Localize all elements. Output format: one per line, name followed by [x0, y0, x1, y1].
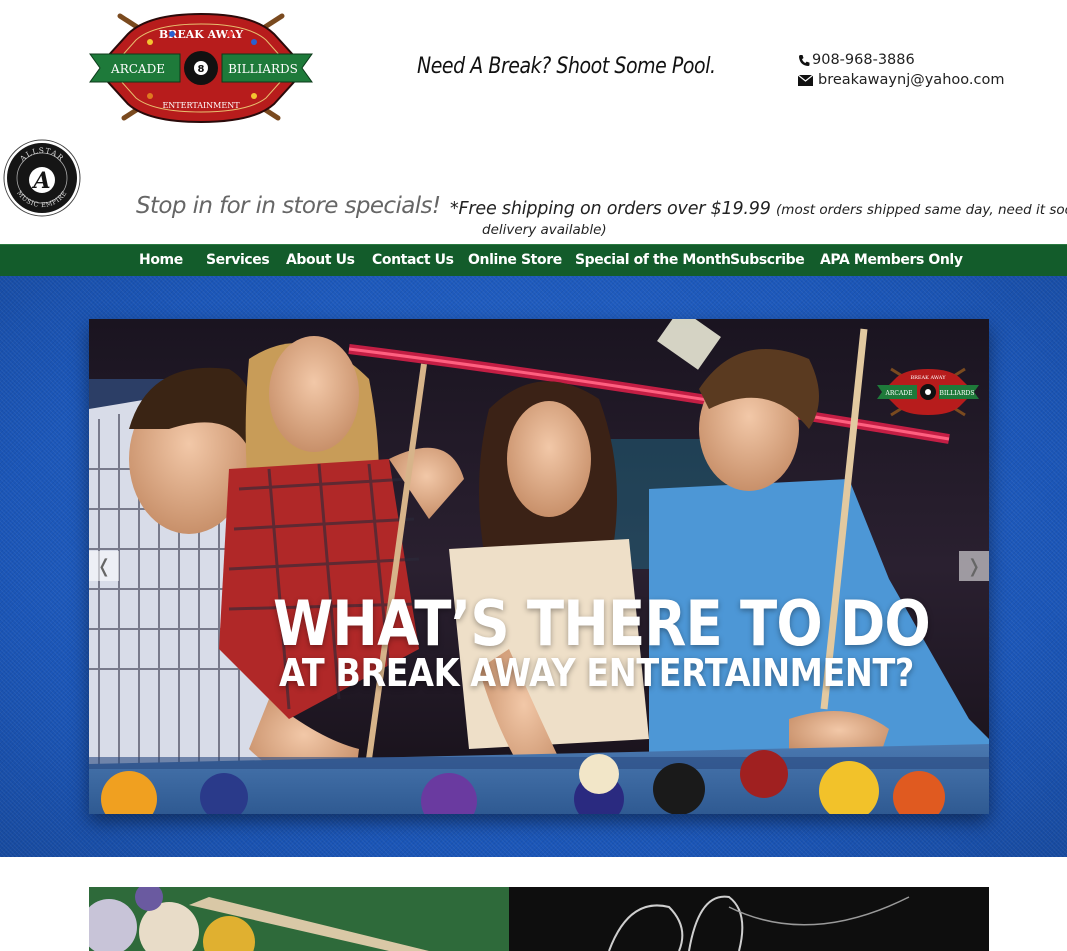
nav-home[interactable]: Home: [139, 252, 183, 268]
logo-bottom-text: ENTERTAINMENT: [162, 101, 240, 110]
shipping-notice: *Free shipping on orders over $19.99 (mo…: [450, 199, 1067, 219]
slide-logo-top-text: BREAK AWAY: [910, 375, 946, 381]
shipping-note-continued: delivery available): [482, 222, 607, 238]
chevron-right-icon: ❭: [966, 555, 982, 577]
logo-right-text: BILLIARDS: [228, 62, 298, 76]
phone-row[interactable]: 908-968-3886: [798, 50, 1004, 70]
envelope-icon: [798, 74, 813, 86]
phone-number[interactable]: 908-968-3886: [812, 50, 915, 70]
shipping-note-text: (most orders shipped same day, need it s…: [776, 202, 1067, 218]
slider-next-button[interactable]: ❭: [959, 551, 989, 581]
hero-slider[interactable]: ARCADE BILLIARDS BREAK AWAY WHAT’S THERE…: [89, 319, 989, 814]
email-address[interactable]: breakawaynj@yahoo.com: [818, 70, 1004, 90]
phone-icon: [799, 54, 810, 66]
nav-subscribe[interactable]: Subscribe: [730, 252, 805, 268]
badge-letter: A: [31, 168, 50, 194]
slide-heading: WHAT’S THERE TO DO: [273, 587, 931, 660]
slide-subheading: AT BREAK AWAY ENTERTAINMENT?: [279, 651, 914, 695]
tagline: Need A Break? Shoot Some Pool.: [417, 54, 716, 79]
slider-prev-button[interactable]: ❬: [89, 551, 119, 581]
main-navigation: Home Services About Us Contact Us Online…: [0, 244, 1067, 276]
nav-special-of-the-month[interactable]: Special of the Month: [575, 252, 731, 268]
slide-logo-left-text: ARCADE: [885, 390, 913, 397]
shipping-main-text: *Free shipping on orders over $19.99: [450, 199, 771, 219]
nav-about-us[interactable]: About Us: [286, 252, 355, 268]
contact-info: 908-968-3886 breakawaynj@yahoo.com: [798, 50, 1004, 90]
feature-image-pool-balls: [89, 887, 989, 951]
store-specials-text: Stop in for in store specials!: [136, 193, 441, 219]
nav-apa-members-only[interactable]: APA Members Only: [820, 252, 963, 268]
allstar-music-empire-badge[interactable]: ALLSTAR MUSIC EMPIRE A: [3, 139, 81, 217]
nav-contact-us[interactable]: Contact Us: [372, 252, 454, 268]
break-away-logo[interactable]: 8 ARCADE BILLIARDS BREAK AWAY ENTERTAINM…: [88, 12, 314, 124]
logo-ball-number: 8: [198, 64, 205, 75]
logo-left-text: ARCADE: [110, 62, 165, 76]
slide-image-friends-playing-pool: [89, 319, 989, 814]
nav-online-store[interactable]: Online Store: [468, 252, 562, 268]
nav-services[interactable]: Services: [206, 252, 270, 268]
slide-logo: ARCADE BILLIARDS BREAK AWAY: [877, 367, 979, 417]
email-row[interactable]: breakawaynj@yahoo.com: [798, 70, 1004, 90]
chevron-left-icon: ❬: [96, 555, 112, 577]
nav-list: Home Services About Us Contact Us Online…: [0, 245, 1067, 277]
slide-logo-right-text: BILLIARDS: [940, 390, 975, 397]
